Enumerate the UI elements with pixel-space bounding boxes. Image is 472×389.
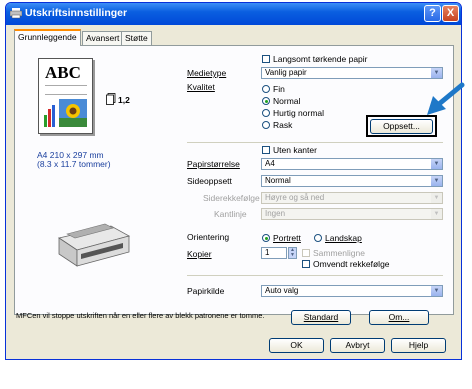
divider <box>187 142 443 143</box>
page-setup-value: Normal <box>265 176 291 185</box>
reverse-order-label[interactable]: Omvendt rekkefølge <box>313 259 390 270</box>
page-order-label: Siderekkefølge <box>203 193 260 203</box>
copies-value: 1 <box>265 248 270 257</box>
bar-graph-icon <box>44 103 58 127</box>
quality-fast-radio[interactable] <box>262 121 270 129</box>
callout-arrow-icon <box>425 82 465 118</box>
page-order-select: Høyre og så ned ▼ <box>261 192 443 204</box>
window-title: Utskriftsinnstillinger <box>25 7 128 19</box>
paper-source-select[interactable]: Auto valg ▼ <box>261 285 443 297</box>
basic-tab-panel: ABC 1,2 A4 210 x 297 mm (8.3 x 11.7 tomm… <box>14 45 454 315</box>
collate-label: Sammenligne <box>313 248 365 258</box>
page-order-value: Høyre og så ned <box>265 193 325 202</box>
portrait-radio[interactable] <box>262 234 270 242</box>
preview-copies: 1,2 <box>118 95 130 105</box>
help-title-button[interactable]: ? <box>424 5 441 22</box>
paper-size-label: Papirstørrelse <box>187 159 240 169</box>
paper-size-select[interactable]: A4 ▼ <box>261 158 443 170</box>
ink-warning-message: MFCen vil stoppe utskriften når en eller… <box>16 311 265 320</box>
borderless-label[interactable]: Uten kanter <box>273 145 317 156</box>
slow-drying-label[interactable]: Langsomt tørkende papir <box>273 54 368 65</box>
paper-source-label: Papirkilde <box>187 286 225 296</box>
reverse-order-checkbox[interactable] <box>302 260 310 268</box>
landscape-radio[interactable] <box>314 234 322 242</box>
help-button[interactable]: Hjelp <box>391 338 446 353</box>
chevron-down-icon[interactable]: ▼ <box>431 286 442 296</box>
chevron-down-icon: ▼ <box>431 209 442 219</box>
ok-button[interactable]: OK <box>269 338 324 353</box>
tab-support[interactable]: Støtte <box>121 31 152 45</box>
print-preferences-dialog: Utskriftsinnstillinger ? X Grunnleggende… <box>5 2 462 360</box>
quality-fast-label[interactable]: Rask <box>273 120 292 131</box>
sunflower-image <box>59 99 87 127</box>
setup-button[interactable]: Oppsett... <box>370 119 433 134</box>
chevron-down-icon[interactable]: ▼ <box>431 176 442 186</box>
paper-size-value: A4 <box>265 159 275 168</box>
quality-fast-normal-label[interactable]: Hurtig normal <box>273 108 324 119</box>
preview-text-lines <box>45 85 87 95</box>
chevron-down-icon[interactable]: ▼ <box>431 159 442 169</box>
orientation-label: Orientering <box>187 232 230 242</box>
page-setup-select[interactable]: Normal ▼ <box>261 175 443 187</box>
quality-fast-normal-radio[interactable] <box>262 109 270 117</box>
copies-stack-icon <box>106 93 116 105</box>
page-setup-label: Sideoppsett <box>187 176 232 186</box>
border-line-select: Ingen ▼ <box>261 208 443 220</box>
quality-normal-radio[interactable] <box>262 97 270 105</box>
border-line-label: Kantlinje <box>214 209 247 219</box>
quality-fine-label[interactable]: Fin <box>273 84 285 95</box>
paper-size-inches: (8.3 x 11.7 tommer) <box>37 159 111 169</box>
border-line-value: Ingen <box>265 209 286 218</box>
borderless-checkbox[interactable] <box>262 146 270 154</box>
media-type-value: Vanlig papir <box>265 68 307 77</box>
close-title-button[interactable]: X <box>442 5 459 22</box>
landscape-label[interactable]: Landskap <box>325 233 362 244</box>
divider <box>187 275 443 276</box>
portrait-label[interactable]: Portrett <box>273 233 301 244</box>
standard-button-label: Standard <box>303 312 339 322</box>
title-bar[interactable]: Utskriftsinnstillinger ? X <box>6 3 461 25</box>
standard-button[interactable]: Standard <box>291 310 351 325</box>
media-type-label: Medietype <box>187 68 227 78</box>
about-button[interactable]: Om... <box>369 310 429 325</box>
tab-advanced[interactable]: Avansert <box>82 31 124 45</box>
about-button-label: Om... <box>388 312 410 322</box>
media-type-select[interactable]: Vanlig papir ▼ <box>261 67 443 79</box>
quality-fine-radio[interactable] <box>262 85 270 93</box>
collate-checkbox <box>302 249 310 257</box>
paper-source-value: Auto valg <box>265 286 299 295</box>
tab-basic[interactable]: Grunnleggende <box>14 29 81 46</box>
copies-input[interactable]: 1 <box>261 247 287 259</box>
printer-icon <box>9 7 23 19</box>
preview-abc: ABC <box>45 63 81 82</box>
cancel-button[interactable]: Avbryt <box>330 338 385 353</box>
copies-label: Kopier <box>187 249 212 259</box>
quality-label: Kvalitet <box>187 82 215 92</box>
chevron-down-icon: ▼ <box>431 193 442 203</box>
quality-normal-label[interactable]: Normal <box>273 96 300 107</box>
printer-image <box>53 218 133 270</box>
slow-drying-checkbox[interactable] <box>262 55 270 63</box>
copies-stepper[interactable]: ▲ ▼ <box>288 247 297 259</box>
page-preview: ABC <box>38 58 93 134</box>
chevron-down-icon[interactable]: ▼ <box>431 68 442 78</box>
